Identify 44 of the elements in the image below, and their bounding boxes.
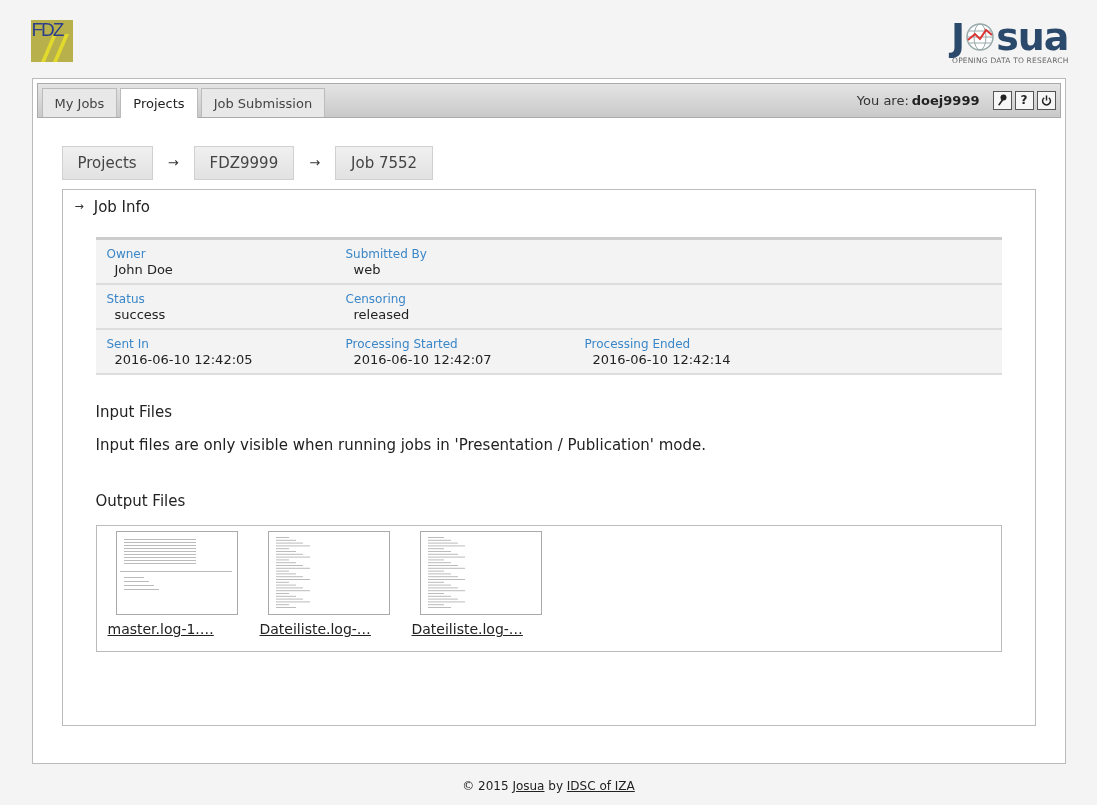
section-heading: Input Files	[95, 402, 174, 421]
power-icon	[1040, 94, 1052, 106]
key-button[interactable]	[992, 90, 1012, 110]
field-label: Sent In	[106, 336, 150, 351]
fdz-logo: FDZ	[30, 20, 73, 62]
key-icon	[997, 94, 1007, 107]
field-value: success	[113, 306, 167, 322]
field-value: John Doe	[112, 261, 174, 277]
field-label: Processing Ended	[584, 336, 692, 351]
tab[interactable]: Projects	[120, 87, 198, 118]
section-title: Job Info	[93, 197, 150, 216]
arrow-separator: →	[309, 155, 321, 171]
tab[interactable]: My Jobs	[41, 87, 118, 117]
field-label: Processing Started	[345, 336, 459, 351]
file-link[interactable]: Dateiliste.log-…	[259, 620, 371, 637]
power-button[interactable]	[1036, 90, 1056, 110]
breadcrumb-button[interactable]: FDZ9999	[193, 145, 295, 180]
help-button[interactable]: ?	[1014, 90, 1034, 110]
user-name: doej9999	[911, 92, 980, 108]
field-label: Censoring	[345, 291, 407, 306]
organization-link[interactable]: IDSC of IZA	[566, 778, 635, 793]
field-label: Submitted By	[345, 246, 428, 261]
document-thumbnail[interactable]	[267, 530, 390, 615]
tab[interactable]: Job Submission	[200, 87, 326, 117]
user-label: You are:	[856, 92, 909, 108]
field-value: 2016-06-10 12:42:14	[591, 351, 732, 367]
breadcrumb-button[interactable]: Projects	[61, 145, 153, 180]
footer-text: © 2015 Josua by IDSC of IZA	[462, 778, 635, 793]
field-label: Owner	[106, 246, 147, 261]
info-message: Input files are only visible when running jobs in 'Presentation / Publication' mode.	[95, 435, 708, 454]
field-value: web	[352, 261, 382, 277]
toggle-arrow[interactable]: →	[74, 200, 84, 214]
file-link[interactable]: master.log-1.…	[107, 620, 214, 637]
document-thumbnail[interactable]	[419, 530, 542, 615]
field-value: 2016-06-10 12:42:07	[352, 351, 493, 367]
arrow-separator: →	[167, 155, 179, 171]
product-link[interactable]: Josua	[512, 778, 545, 793]
field-value: released	[352, 306, 411, 322]
section-heading: Output Files	[95, 491, 187, 510]
field-label: Status	[106, 291, 146, 306]
file-link[interactable]: Dateiliste.log-…	[411, 620, 523, 637]
field-value: 2016-06-10 12:42:05	[113, 351, 254, 367]
document-thumbnail[interactable]	[115, 530, 238, 615]
breadcrumb-button[interactable]: Job 7552	[335, 145, 434, 180]
